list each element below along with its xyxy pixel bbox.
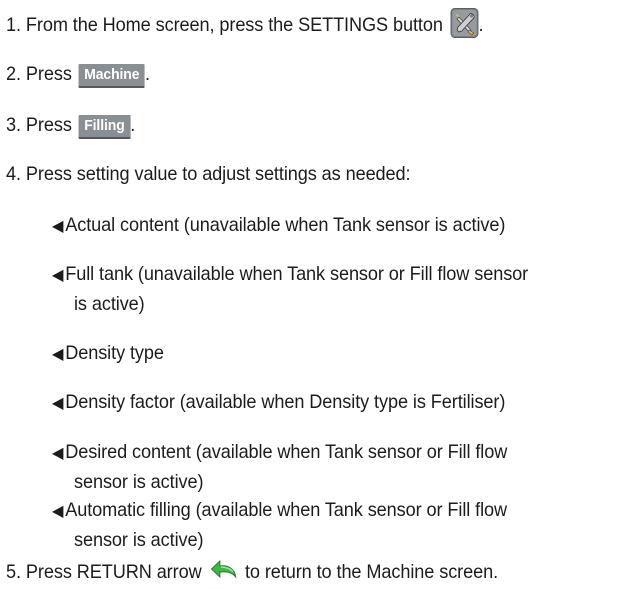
bullet-icon: ◀ <box>52 267 64 284</box>
step-text: Press setting value to adjust settings a… <box>25 163 411 185</box>
step-suffix: . <box>130 114 136 136</box>
step-number: 3. <box>6 114 21 136</box>
setting-text: Actual content (unavailable when Tank se… <box>65 214 506 236</box>
step-1: 1. From the Home screen, press the SETTI… <box>6 8 484 38</box>
step-suffix: . <box>144 63 150 85</box>
step-text: Press <box>25 114 72 136</box>
step-4: 4. Press setting value to adjust setting… <box>6 162 411 186</box>
step-5: 5. Press RETURN arrow to return to the M… <box>6 559 498 584</box>
step-2: 2. Press Machine. <box>6 62 150 88</box>
step-text: Press RETURN arrow <box>25 561 202 583</box>
step-number: 2. <box>6 63 21 85</box>
step-number: 1. <box>6 14 21 36</box>
setting-item-automatic-filling-cont: sensor is active) <box>74 529 204 551</box>
instructions-document: 1. From the Home screen, press the SETTI… <box>0 0 640 589</box>
step-3: 3. Press Filling. <box>6 113 135 139</box>
step-text: From the Home screen, press the SETTINGS… <box>25 14 443 36</box>
step-number: 4. <box>6 163 21 185</box>
setting-item-desired-content: ◀Desired content (available when Tank se… <box>52 440 507 466</box>
return-arrow-icon[interactable] <box>208 559 238 583</box>
step-text: Press <box>25 63 72 85</box>
setting-item-desired-content-cont: sensor is active) <box>74 471 204 493</box>
machine-button[interactable]: Machine <box>78 64 145 88</box>
setting-text: Density factor (available when Density t… <box>65 391 506 413</box>
setting-item-automatic-filling: ◀Automatic filling (available when Tank … <box>52 498 507 524</box>
step-text-after: to return to the Machine screen. <box>244 561 499 583</box>
filling-button[interactable]: Filling <box>78 115 131 139</box>
step-suffix: . <box>478 14 484 36</box>
bullet-icon: ◀ <box>52 218 64 235</box>
setting-item-density-factor: ◀Density factor (available when Density … <box>52 390 505 416</box>
setting-item-density-type: ◀Density type <box>52 341 164 367</box>
bullet-icon: ◀ <box>52 346 64 363</box>
setting-item-full-tank-cont: is active) <box>74 293 145 315</box>
setting-text: Automatic filling (available when Tank s… <box>65 499 508 521</box>
settings-tools-icon <box>450 8 479 38</box>
bullet-icon: ◀ <box>52 503 64 520</box>
setting-text: Desired content (available when Tank sen… <box>65 441 508 463</box>
bullet-icon: ◀ <box>52 395 64 412</box>
bullet-icon: ◀ <box>52 445 64 462</box>
setting-text: Density type <box>65 342 164 364</box>
setting-item-full-tank: ◀Full tank (unavailable when Tank sensor… <box>52 262 528 288</box>
setting-text: Full tank (unavailable when Tank sensor … <box>65 263 529 285</box>
setting-item-actual-content: ◀Actual content (unavailable when Tank s… <box>52 213 505 239</box>
step-number: 5. <box>6 561 21 583</box>
